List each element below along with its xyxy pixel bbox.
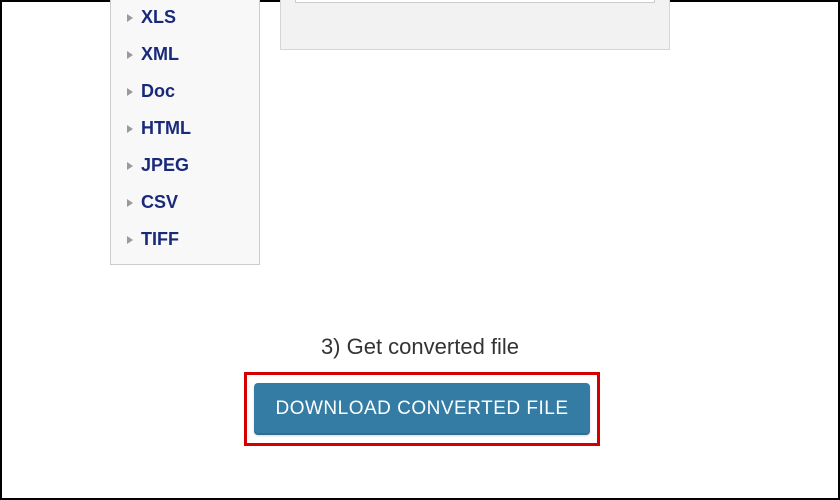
- chevron-right-icon: [127, 125, 133, 133]
- sidebar-item-doc[interactable]: Doc: [111, 73, 259, 110]
- content-panel: [280, 0, 670, 50]
- sidebar-item-html[interactable]: HTML: [111, 110, 259, 147]
- sidebar-item-csv[interactable]: CSV: [111, 184, 259, 221]
- sidebar-item-label: XML: [141, 44, 179, 65]
- sidebar-item-label: CSV: [141, 192, 178, 213]
- sidebar-item-xls[interactable]: XLS: [111, 0, 259, 36]
- download-converted-file-button[interactable]: DOWNLOAD CONVERTED FILE: [254, 383, 590, 435]
- chevron-right-icon: [127, 162, 133, 170]
- sidebar-item-label: XLS: [141, 7, 176, 28]
- sidebar-item-xml[interactable]: XML: [111, 36, 259, 73]
- sidebar-item-label: TIFF: [141, 229, 179, 250]
- chevron-right-icon: [127, 51, 133, 59]
- step-label: 3) Get converted file: [2, 334, 838, 360]
- chevron-right-icon: [127, 14, 133, 22]
- content-panel-inner: [295, 0, 655, 3]
- chevron-right-icon: [127, 88, 133, 96]
- sidebar-item-label: HTML: [141, 118, 191, 139]
- chevron-right-icon: [127, 199, 133, 207]
- download-highlight-box: DOWNLOAD CONVERTED FILE: [244, 372, 600, 446]
- sidebar-item-label: Doc: [141, 81, 175, 102]
- sidebar-item-tiff[interactable]: TIFF: [111, 221, 259, 258]
- sidebar-item-jpeg[interactable]: JPEG: [111, 147, 259, 184]
- chevron-right-icon: [127, 236, 133, 244]
- format-sidebar: XLS XML Doc HTML JPEG CSV TIFF: [110, 0, 260, 265]
- sidebar-item-label: JPEG: [141, 155, 189, 176]
